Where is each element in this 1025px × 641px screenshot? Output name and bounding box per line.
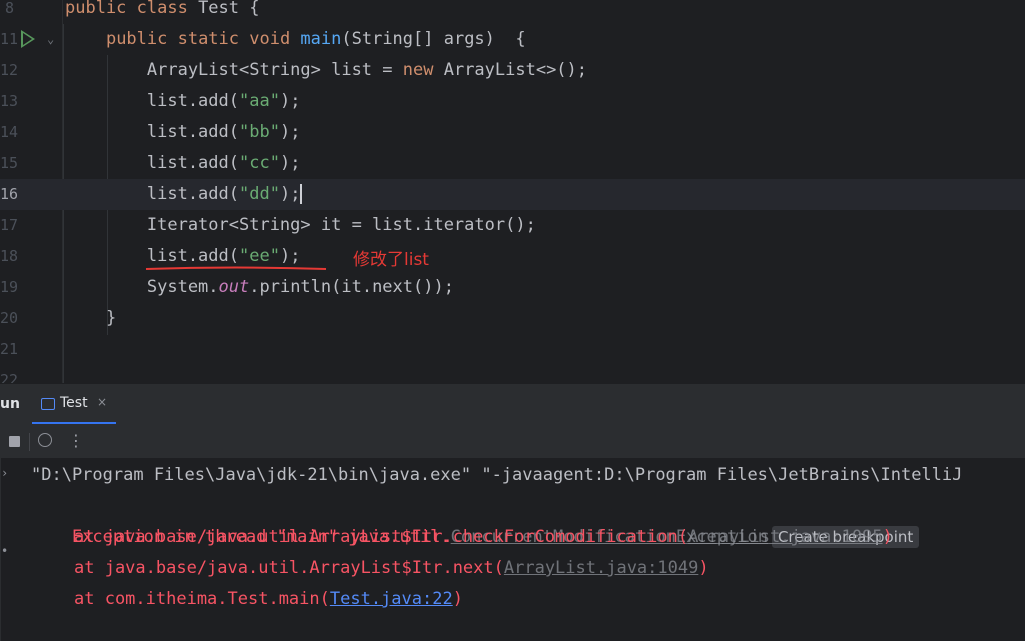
line-number: 17 [0, 216, 19, 234]
console-command-line: "D:\Program Files\Java\jdk-21\bin\java.e… [31, 465, 963, 485]
stack-frame-suffix: ) [882, 527, 893, 547]
code-token: list.add( [65, 184, 239, 204]
line-number: 18 [0, 247, 19, 265]
code-token: } [65, 308, 117, 328]
line-number: 8 [4, 0, 14, 17]
source-link[interactable]: ArrayList.java:1049 [504, 558, 698, 578]
text-caret [300, 184, 303, 204]
code-line[interactable]: 17 Iterator<String> it = list.iterator()… [0, 210, 1025, 241]
code-token: ); [279, 184, 301, 204]
exception-line: Exception in thread "main" java.util.Con… [31, 491, 920, 548]
annotation-text: 修改了list [353, 250, 429, 270]
code-line[interactable]: 20 } [0, 303, 1025, 334]
code-token: main [300, 29, 342, 49]
stack-frame: at com.itheima.Test.main(Test.java:22) [74, 584, 463, 615]
stack-frame-text: at com.itheima.Test.main( [74, 589, 330, 609]
red-underline-annotation [145, 266, 327, 270]
tool-window-title: un [0, 396, 20, 412]
tab-label: Test [60, 395, 88, 411]
code-token: ); [279, 122, 301, 142]
stack-frame: at java.base/java.util.ArrayList$Itr.che… [74, 522, 893, 553]
line-number: 16 [0, 185, 19, 203]
stop-icon[interactable] [9, 436, 20, 447]
scroll-marker-icon: › [1, 466, 9, 480]
toolbar-separator [29, 433, 30, 451]
code-token: out [218, 277, 250, 297]
code-token: new [402, 60, 444, 80]
scroll-marker-icon: • [1, 544, 9, 558]
code-token: list.add( [65, 122, 239, 142]
code-token: Test { [198, 0, 260, 18]
code-token: Iterator<String> it = list.iterator(); [65, 215, 536, 235]
code-text: ArrayList<String> list = new ArrayList<>… [65, 55, 587, 86]
run-toolbar: ⋮ [0, 424, 1025, 458]
code-text: list.add("cc"); [65, 148, 301, 179]
code-text: list.add("bb"); [65, 117, 301, 148]
code-text: list.add("dd"); [65, 179, 303, 210]
code-token: ArrayList<String> list = [65, 60, 403, 80]
code-token: (String[] args) { [341, 29, 526, 49]
code-token: list.add( [65, 91, 239, 111]
stack-frame: at java.base/java.util.ArrayList$Itr.nex… [74, 553, 709, 584]
close-icon[interactable]: × [97, 395, 107, 409]
code-token: public class [65, 0, 199, 18]
line-number: 22 [0, 371, 19, 383]
line-number: 21 [0, 340, 19, 358]
code-token: .println(it.next()); [249, 277, 454, 297]
stack-frame-text: at java.base/java.util.ArrayList$Itr.nex… [74, 558, 504, 578]
code-token: "aa" [239, 91, 280, 111]
code-text: list.add("aa"); [65, 86, 301, 117]
code-line[interactable]: 22 [0, 365, 1025, 383]
line-number: 20 [0, 309, 19, 327]
code-token: ); [279, 246, 301, 266]
code-token: ArrayList<>(); [443, 60, 588, 80]
run-config-icon [41, 398, 55, 410]
code-token: "dd" [239, 184, 280, 204]
code-text: Iterator<String> it = list.iterator(); [65, 210, 536, 241]
code-line[interactable]: 11 ⌄ public static void main(String[] arg… [0, 24, 1025, 55]
code-line[interactable]: 8 public class Test { [0, 0, 1025, 24]
code-line[interactable]: 19 System.out.println(it.next()); [0, 272, 1025, 303]
code-token: "cc" [239, 153, 280, 173]
code-line[interactable]: 21 [0, 334, 1025, 365]
code-token: list.add( [65, 246, 239, 266]
code-line[interactable]: 15 list.add("cc"); [0, 148, 1025, 179]
source-link[interactable]: ArrayList.java:1095 [688, 527, 882, 547]
stack-frame-text: at java.base/java.util.ArrayList$Itr.che… [74, 527, 689, 547]
code-token: ); [279, 153, 301, 173]
profiler-icon[interactable] [38, 433, 52, 447]
line-number: 19 [0, 278, 19, 296]
code-line[interactable]: 13 list.add("aa"); [0, 86, 1025, 117]
line-number: 14 [0, 123, 19, 141]
source-link[interactable]: Test.java:22 [330, 589, 453, 609]
code-line[interactable]: 14 list.add("bb"); [0, 117, 1025, 148]
code-text: public static void main(String[] args) { [65, 24, 526, 55]
code-editor[interactable]: 8 public class Test { 11 ⌄ public static vo… [0, 0, 1025, 383]
code-token: "bb" [239, 122, 280, 142]
code-token: list.add( [65, 153, 239, 173]
line-number: 15 [0, 154, 19, 172]
stack-frame-suffix: ) [452, 589, 463, 609]
code-text: } [65, 303, 116, 334]
code-token: ); [279, 91, 301, 111]
run-icon[interactable] [21, 30, 35, 48]
run-tool-window-header: un Test × [0, 383, 1025, 424]
line-number: 11 [0, 30, 19, 48]
code-text: System.out.println(it.next()); [65, 272, 454, 303]
console-output[interactable]: › • "D:\Program Files\Java\jdk-21\bin\ja… [0, 458, 1025, 641]
code-line[interactable]: 16 list.add("dd"); [0, 179, 1025, 210]
more-options-icon[interactable]: ⋮ [68, 431, 84, 450]
code-token: System. [65, 277, 219, 297]
tab-test[interactable]: Test × [32, 384, 116, 424]
fold-chevron-icon[interactable]: ⌄ [47, 24, 54, 55]
code-text: public class Test { [65, 0, 259, 24]
code-token: "ee" [239, 246, 280, 266]
stack-frame-suffix: ) [698, 558, 709, 578]
code-token: public static void [105, 29, 301, 49]
line-number: 12 [0, 61, 19, 79]
line-number: 13 [0, 92, 19, 110]
code-line[interactable]: 12 ArrayList<String> list = new ArrayLis… [0, 55, 1025, 86]
